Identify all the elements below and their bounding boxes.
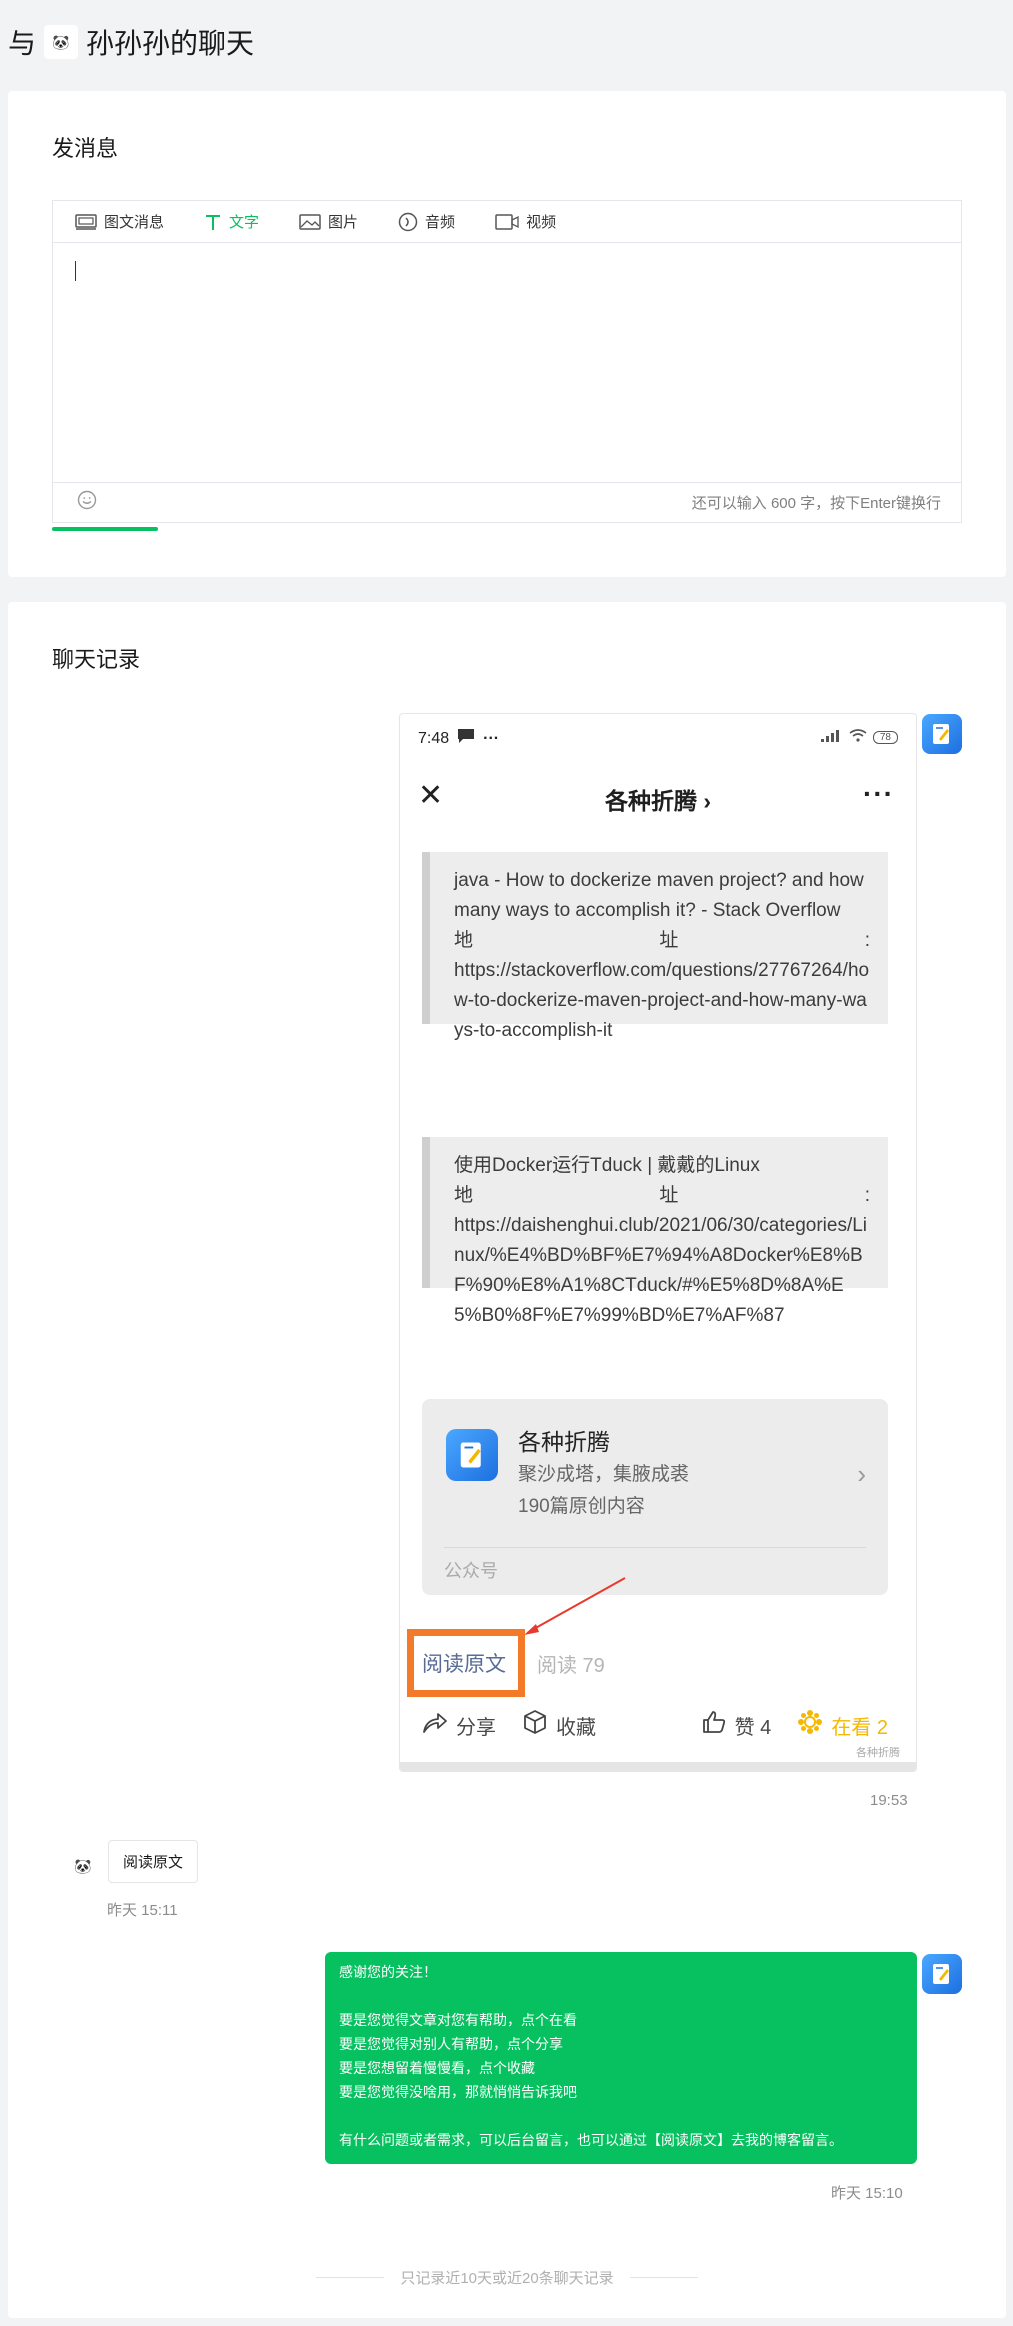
bot-message-bubble: 感谢您的关注！ 要是您觉得文章对您有帮助，点个在看 要是您觉得对别人有帮助，点个… (325, 1952, 917, 2164)
chat-bubble-icon (457, 728, 475, 749)
message-time: 昨天 15:11 (107, 1902, 178, 1919)
user-message-bubble: 阅读原文 (108, 1840, 199, 1883)
account-desc: 聚沙成塔，集腋成裘 (518, 1464, 690, 1485)
addr-label: 地 (454, 930, 474, 951)
tab-label: 图片 (328, 214, 359, 231)
tab-label: 视频 (526, 214, 557, 231)
account-logo-icon (446, 1429, 498, 1481)
more-icon: ··· (863, 778, 894, 809)
message-time: 19:53 (870, 1792, 908, 1809)
bot-avatar (922, 714, 962, 754)
image-message[interactable]: 7:48 ··· 78 ✕ 各种折腾 › ··· java - How to d… (399, 713, 917, 1772)
addr-label: : (864, 1185, 870, 1206)
article-navbar: ✕ 各种折腾 › ··· (400, 776, 916, 816)
title-prefix: 与 (8, 28, 37, 59)
editor-footer: 还可以输入 600 字，按下Enter键换行 (53, 482, 961, 522)
account-title: 各种折腾 › (604, 788, 712, 814)
compose-card: 发消息 图文消息 文字 图片 音频 视频 还可以输入 600 字，按下Enter… (8, 91, 1006, 577)
video-icon (495, 213, 519, 230)
addr-label: 址 (659, 930, 679, 951)
thumbs-up-icon (701, 1709, 727, 1741)
text-caret (75, 261, 76, 281)
quote-block-2: 使用Docker运行Tduck | 戴戴的Linux 地 址 : https:/… (422, 1137, 888, 1326)
read-count: 阅读 79 (537, 1655, 605, 1677)
like-label: 赞 4 (734, 1716, 772, 1739)
message-time: 昨天 15:10 (831, 2185, 903, 2202)
status-time: 7:48 (418, 729, 450, 747)
phone-status-bar: 7:48 ··· (418, 728, 499, 749)
user-avatar: 🐼 (65, 1848, 101, 1884)
text-icon (204, 213, 222, 231)
annotation-arrow-icon (524, 1577, 626, 1635)
share-label: 分享 (456, 1716, 496, 1739)
tab-label: 音频 (425, 214, 456, 231)
quote-2-text: 使用Docker运行Tduck | 戴戴的Linux (454, 1155, 760, 1176)
account-type-label: 公众号 (444, 1561, 498, 1581)
read-original-link: 阅读原文 (422, 1653, 506, 1676)
contact-name: 孙孙孙的聊天 (86, 28, 255, 59)
tab-article[interactable]: 图文消息 (75, 211, 164, 232)
history-limit-note: 只记录近10天或近20条聊天记录 (8, 2267, 1006, 2288)
account-article-count: 190篇原创内容 (518, 1496, 645, 1517)
article-icon (75, 213, 97, 230)
tab-audio[interactable]: 音频 (398, 211, 455, 232)
char-counter: 还可以输入 600 字，按下Enter键换行 (691, 495, 941, 512)
tab-indicator (52, 527, 158, 531)
favorite-label: 收藏 (556, 1716, 596, 1739)
tab-label: 图文消息 (104, 214, 165, 231)
tab-indicator-fill (52, 527, 158, 531)
contact-avatar: 🐼 (44, 25, 79, 59)
audio-icon (398, 212, 418, 232)
battery-icon: 78 (872, 730, 898, 744)
cube-icon (522, 1709, 548, 1741)
addr-label: : (864, 930, 870, 951)
favorite-action: 收藏 (522, 1709, 596, 1741)
chevron-right-icon: › (857, 1459, 866, 1489)
message-input[interactable] (53, 243, 961, 482)
tab-video[interactable]: 视频 (495, 211, 556, 232)
flower-icon (797, 1709, 823, 1741)
addr-label: 址 (659, 1185, 679, 1206)
message-editor: 图文消息 文字 图片 音频 视频 还可以输入 600 字，按下Enter键换行 (52, 200, 962, 523)
quote-1-url: https://stackoverflow.com/questions/2776… (454, 960, 870, 1041)
share-icon (422, 1710, 448, 1740)
divider (629, 2277, 698, 2278)
compose-title: 发消息 (52, 136, 119, 161)
history-limit-text: 只记录近10天或近20条聊天记录 (400, 2270, 614, 2287)
phone-status-right: 78 (820, 729, 898, 745)
history-title: 聊天记录 (52, 647, 141, 672)
article-actions: 分享 收藏 赞 4 在看 2 (422, 1709, 888, 1741)
signal-icon (820, 729, 843, 745)
quote-1-addr-row: 地 址 : (454, 926, 870, 956)
addr-label: 地 (454, 1185, 474, 1206)
chat-history-card: 聊天记录 7:48 ··· 78 ✕ 各种折腾 › ··· java - How… (8, 602, 1006, 2318)
wifi-icon (849, 729, 867, 745)
quote-block-1: java - How to dockerize maven project? a… (422, 852, 888, 1041)
account-profile-card: 各种折腾 聚沙成塔，集腋成裘 190篇原创内容 › 公众号 (422, 1399, 888, 1595)
divider (444, 1547, 866, 1548)
tab-text[interactable]: 文字 (204, 211, 259, 232)
account-name: 各种折腾 (518, 1429, 610, 1455)
message-type-tabs: 图文消息 文字 图片 音频 视频 (53, 201, 961, 243)
bot-avatar (922, 1954, 962, 1994)
screenshot-bottom-bar (400, 1762, 916, 1771)
divider (316, 2277, 385, 2278)
quote-1-text: java - How to dockerize maven project? a… (454, 870, 864, 921)
wow-label: 在看 2 (831, 1716, 888, 1739)
wow-action: 在看 2 (797, 1709, 888, 1741)
tab-image[interactable]: 图片 (299, 211, 358, 232)
image-icon (299, 213, 321, 230)
emoji-icon[interactable] (77, 490, 97, 515)
more-dots-icon: ··· (483, 729, 500, 747)
watermark: 各种折腾 (856, 1747, 900, 1759)
quote-2-addr-row: 地 址 : (454, 1181, 870, 1211)
quote-2-url: https://daishenghui.club/2021/06/30/cate… (454, 1215, 868, 1326)
share-action: 分享 (422, 1710, 496, 1740)
page-title: 与 🐼 孙孙孙的聊天 (8, 22, 254, 62)
tab-label: 文字 (229, 214, 260, 231)
like-action: 赞 4 (701, 1709, 772, 1741)
